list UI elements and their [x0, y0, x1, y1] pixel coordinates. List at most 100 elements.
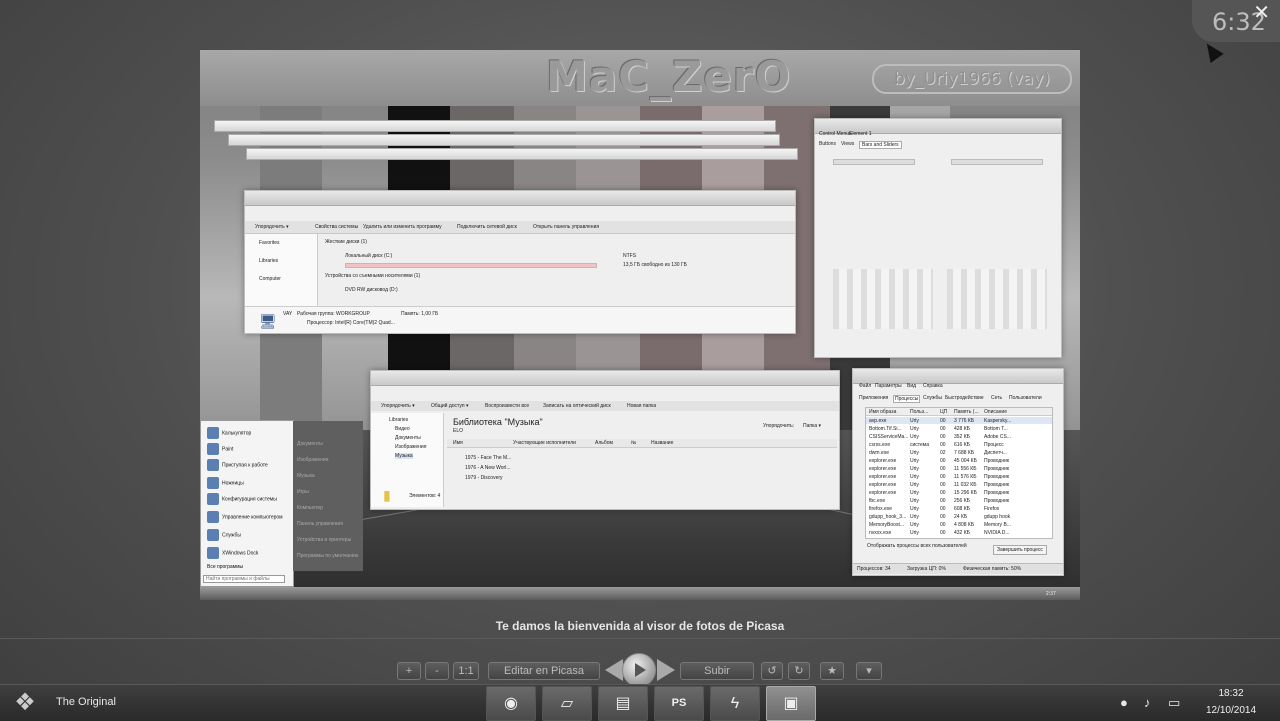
column-name[interactable]: Имя: [453, 440, 463, 446]
arrange-dropdown[interactable]: Папка ▾: [803, 423, 821, 429]
sidebar-item-favorites[interactable]: Favorites: [259, 240, 280, 246]
chrome-icon[interactable]: ◉: [486, 686, 536, 721]
menu-file[interactable]: Файл: [859, 383, 871, 389]
column-artists[interactable]: Участвующие исполнители: [513, 440, 576, 446]
start-right-item[interactable]: Панель управления: [297, 521, 343, 527]
column-description[interactable]: Описание: [984, 409, 1007, 415]
column-title[interactable]: Название: [651, 440, 673, 446]
zoom-out-button[interactable]: -: [425, 662, 449, 680]
start-right-item[interactable]: Игры: [297, 489, 309, 495]
sidebar-item-computer[interactable]: Computer: [259, 276, 281, 282]
tab-network[interactable]: Сеть: [991, 395, 1002, 401]
toolbar-map-drive[interactable]: Подключить сетевой диск: [457, 224, 517, 230]
start-right-item[interactable]: Музыка: [297, 473, 315, 479]
menu-help[interactable]: Справка: [923, 383, 943, 389]
table-row[interactable]: explorer.exe Uriy 00 15 296 КБ Проводник: [866, 489, 1052, 496]
folder-icon[interactable]: ▤: [598, 686, 648, 721]
edit-in-picasa-button[interactable]: Editar en Picasa: [488, 662, 600, 680]
table-row[interactable]: dwm.exe Uriy 02 7 688 КБ Диспетч...: [866, 449, 1052, 456]
tab-views[interactable]: Views: [841, 141, 854, 147]
sidebar-item-music[interactable]: Музыка: [395, 453, 413, 459]
tab-applications[interactable]: Приложения: [859, 395, 888, 401]
close-icon[interactable]: ✕: [1253, 0, 1270, 25]
sidebar-item-images[interactable]: Изображения: [395, 444, 426, 450]
start-item-snipping[interactable]: Ножницы: [207, 477, 244, 489]
windows-start-icon[interactable]: ❖: [8, 689, 42, 717]
menu-options[interactable]: Параметры: [875, 383, 902, 389]
table-row[interactable]: CSISServiceMa... Uriy 00 352 КБ Adobe CS...: [866, 433, 1052, 440]
table-row[interactable]: explorer.exe Uriy 00 11 032 КБ Проводник: [866, 481, 1052, 488]
table-row[interactable]: MemoryBoost... Uriy 00 4 808 КБ Memory B...: [866, 521, 1052, 528]
sidebar-item-documents[interactable]: Документы: [395, 435, 421, 441]
folder-item[interactable]: 1979 - Discovery: [465, 475, 503, 481]
table-row[interactable]: gdupp_hook_3... Uriy 00 24 КБ gdupp hook: [866, 513, 1052, 520]
monitor-icon[interactable]: ▭: [1168, 695, 1180, 711]
star-button[interactable]: ★: [820, 662, 844, 680]
start-right-item[interactable]: Программы по умолчанию: [297, 553, 358, 559]
column-number[interactable]: №: [631, 440, 636, 446]
table-row[interactable]: nvxxx.exe Uriy 00 432 КБ NVIDIA D...: [866, 529, 1052, 536]
start-right-item[interactable]: Изображения: [297, 457, 328, 463]
previous-arrow-icon[interactable]: [605, 659, 623, 681]
table-row[interactable]: avp.exe Uriy 00 3 776 КБ Kaspersky...: [866, 417, 1052, 424]
start-right-item[interactable]: Компьютер: [297, 505, 323, 511]
taskbar-time[interactable]: 18:32: [1206, 688, 1256, 699]
upload-button[interactable]: Subir: [680, 662, 754, 680]
process-list[interactable]: Имя образа Польз... ЦП Память (... Описа…: [865, 407, 1053, 539]
control-menu-1[interactable]: Control Menus: [819, 131, 852, 137]
toolbar-organize[interactable]: Упорядочить ▾: [255, 224, 289, 230]
rotate-left-button[interactable]: ↺: [761, 662, 783, 680]
table-row[interactable]: fbc.exe Uriy 00 256 КБ Проводник: [866, 497, 1052, 504]
start-item-computer-management[interactable]: Управление компьютером: [207, 511, 283, 523]
start-search-input[interactable]: [203, 575, 285, 583]
vertical-sliders[interactable]: [833, 269, 933, 329]
vertical-sliders[interactable]: [947, 269, 1047, 329]
toolbar-play-all[interactable]: Воспроизвести все: [485, 403, 529, 409]
tab-buttons[interactable]: Buttons: [819, 141, 836, 147]
table-row[interactable]: explorer.exe Uriy 00 45 004 КБ Проводник: [866, 457, 1052, 464]
volume-icon[interactable]: ♪: [1144, 695, 1151, 710]
zoom-in-button[interactable]: +: [397, 662, 421, 680]
taskbar-label[interactable]: The Original: [56, 696, 116, 708]
start-item-xwindows-dock[interactable]: XWindows Dock: [207, 547, 258, 559]
folder-item[interactable]: 1975 - Face The M...: [465, 455, 511, 461]
control-menu-2[interactable]: Element 1: [849, 131, 872, 137]
start-item-getting-started[interactable]: Приступая к работе: [207, 459, 268, 471]
table-row[interactable]: Bottom.Tif.Si... Uriy 00 428 КБ Bottom T...: [866, 425, 1052, 432]
drive-c[interactable]: Локальный диск (C:): [345, 253, 392, 259]
toolbar-new-folder[interactable]: Новая папка: [627, 403, 656, 409]
photoshop-icon[interactable]: PS: [654, 686, 704, 721]
start-right-item[interactable]: Документы: [297, 441, 323, 447]
toolbar-burn[interactable]: Записать на оптический диск: [543, 403, 611, 409]
flash-icon[interactable]: ϟ: [710, 686, 760, 721]
next-arrow-icon[interactable]: [657, 659, 675, 681]
start-item-paint[interactable]: Paint: [207, 443, 233, 455]
drive-dvd[interactable]: DVD RW дисковод (D:): [345, 287, 398, 293]
sidebar-item-video[interactable]: Видео: [395, 426, 410, 432]
start-item-all-programs[interactable]: Все программы: [207, 564, 243, 570]
toolbar-uninstall[interactable]: Удалить или изменить программу: [363, 224, 442, 230]
toolbar-share[interactable]: Общий доступ ▾: [431, 403, 469, 409]
start-item-services[interactable]: Службы: [207, 529, 241, 541]
column-album[interactable]: Альбом: [595, 440, 613, 446]
tab-users[interactable]: Пользователи: [1009, 395, 1042, 401]
toolbar-control-panel[interactable]: Открыть панель управления: [533, 224, 599, 230]
toolbar-system-properties[interactable]: Свойства системы: [315, 224, 358, 230]
actual-size-button[interactable]: 1:1: [453, 662, 479, 680]
start-item-calculator[interactable]: Калькулятор: [207, 427, 251, 439]
table-row[interactable]: firefox.exe Uriy 00 608 КБ Firefox: [866, 505, 1052, 512]
menu-view[interactable]: Вид: [907, 383, 916, 389]
sidebar-item-libraries[interactable]: Libraries: [389, 417, 408, 423]
tablet-icon[interactable]: ▱: [542, 686, 592, 721]
column-cpu[interactable]: ЦП: [940, 409, 947, 415]
start-item-msconfig[interactable]: Конфигурация системы: [207, 493, 277, 505]
tab-bars-and-sliders[interactable]: Bars and Sliders: [859, 141, 902, 149]
rotate-right-button[interactable]: ↻: [788, 662, 810, 680]
end-process-button[interactable]: Завершить процесс: [993, 545, 1047, 555]
table-row[interactable]: explorer.exe Uriy 00 11 576 КБ Проводник: [866, 473, 1052, 480]
table-row[interactable]: explorer.exe Uriy 00 11 556 КБ Проводник: [866, 465, 1052, 472]
sidebar-item-libraries[interactable]: Libraries: [259, 258, 278, 264]
tab-services[interactable]: Службы: [923, 395, 942, 401]
toolbar-organize[interactable]: Упорядочить ▾: [381, 403, 415, 409]
more-options-button[interactable]: ▾: [856, 662, 882, 680]
